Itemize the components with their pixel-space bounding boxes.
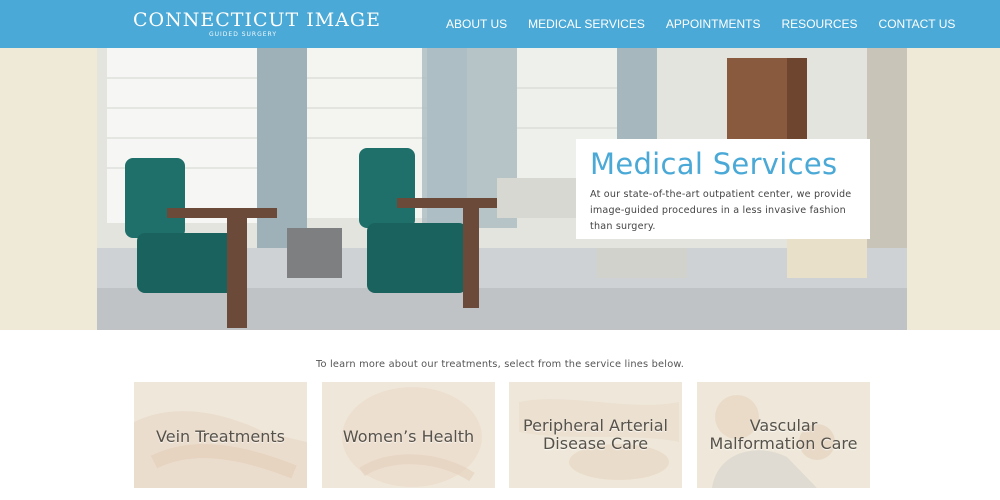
logo-subtitle: GUIDED SURGERY (208, 31, 277, 38)
tile-label: Peripheral Arterial Disease Care (523, 416, 668, 453)
logo-title: CONNECTICUT IMAGE (133, 9, 381, 31)
nav-medical-services[interactable]: MEDICAL SERVICES (528, 17, 645, 33)
service-tile-womens-health[interactable]: Women’s Health (322, 382, 495, 488)
hero-description: At our state-of-the-art outpatient cente… (590, 189, 852, 232)
site-header: CONNECTICUT IMAGE GUIDED SURGERY ABOUT U… (0, 0, 1000, 48)
service-tile-vascular-malformation[interactable]: Vascular Malformation Care (697, 382, 870, 488)
tile-label: Vascular Malformation Care (709, 416, 858, 453)
tile-label: Vein Treatments (156, 427, 285, 446)
hero-title: Medical Services (590, 147, 838, 181)
nav-contact-us[interactable]: CONTACT US (879, 17, 956, 33)
services-intro-text: To learn more about our treatments, sele… (315, 359, 685, 370)
nav-resources[interactable]: RESOURCES (782, 17, 858, 33)
nav-about-us[interactable]: ABOUT US (446, 17, 507, 33)
logo[interactable]: CONNECTICUT IMAGE GUIDED SURGERY (133, 9, 381, 38)
hero-callout: Medical Services At our state-of-the-art… (576, 139, 870, 239)
main-nav: ABOUT US MEDICAL SERVICES APPOINTMENTS R… (446, 17, 955, 33)
service-tile-vein-treatments[interactable]: Vein Treatments (134, 382, 307, 488)
tile-label: Women’s Health (342, 427, 475, 446)
nav-appointments[interactable]: APPOINTMENTS (666, 17, 761, 33)
service-tile-peripheral-arterial-disease[interactable]: Peripheral Arterial Disease Care (509, 382, 682, 488)
